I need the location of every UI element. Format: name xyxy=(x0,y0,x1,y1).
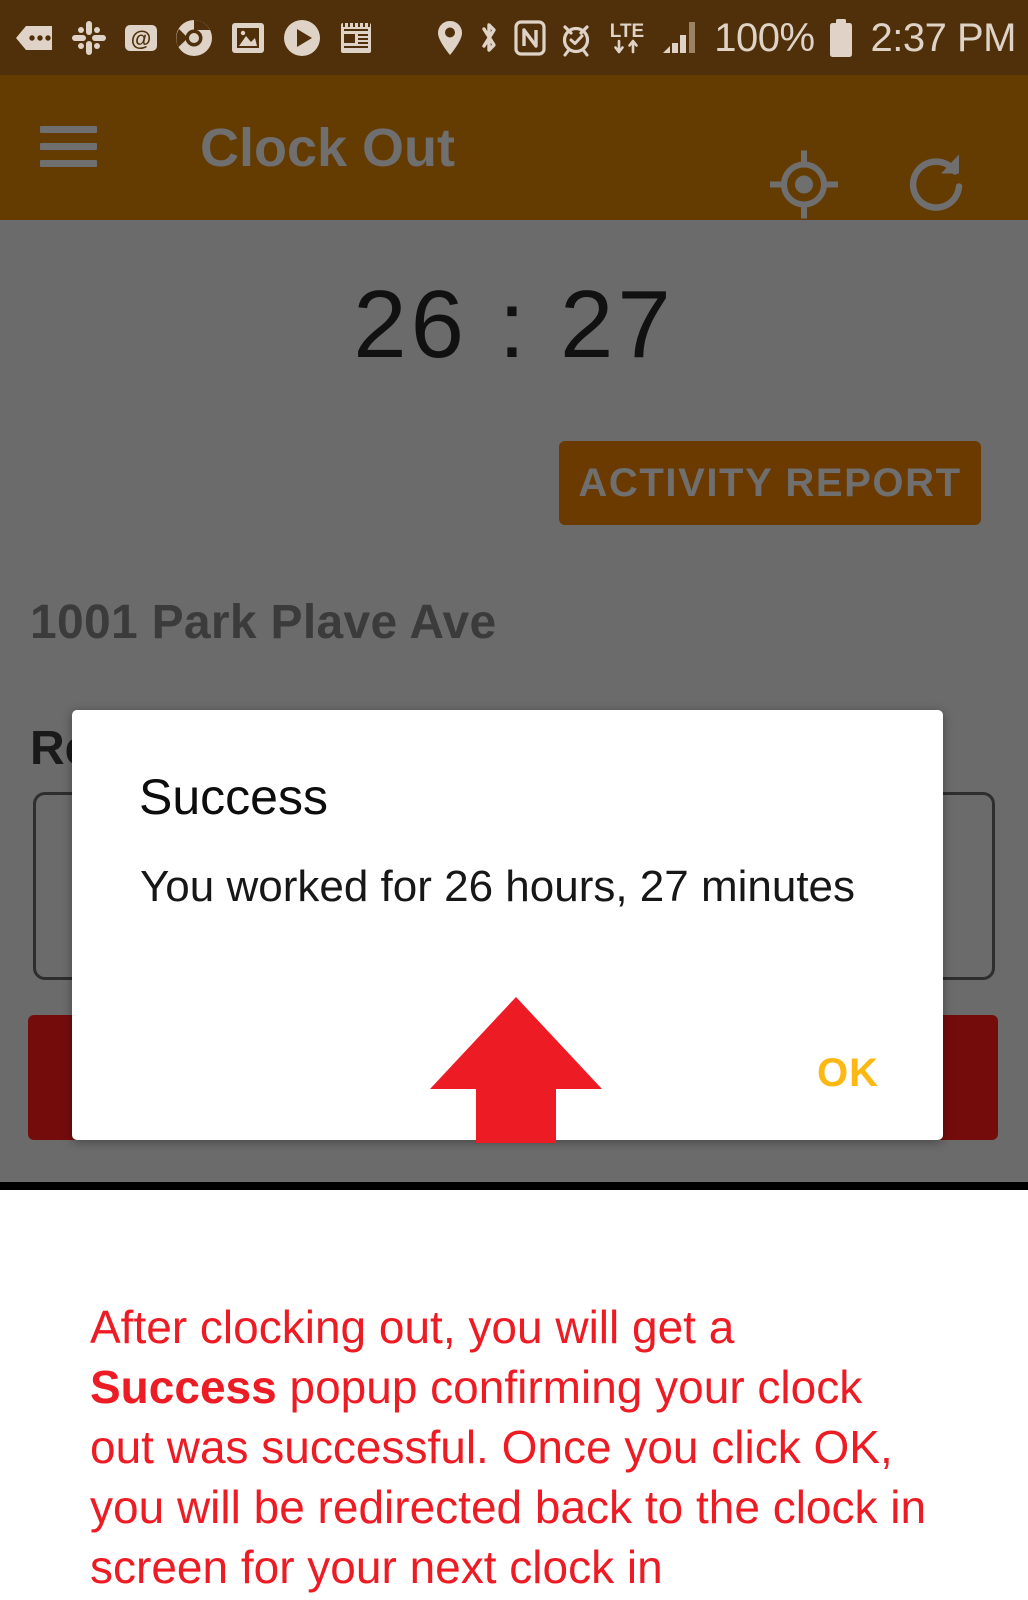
job-site-address: 1001 Park Plave Ave xyxy=(30,596,497,649)
app-bar: Clock Out xyxy=(0,75,1028,220)
signal-bars-icon xyxy=(661,19,701,57)
location-pin-icon xyxy=(436,19,464,57)
phone-screenshot: @ LTE 100% 2:37 PM Clock Out 26: 27 ACT… xyxy=(0,0,1028,1190)
notification-icon-group: @ xyxy=(14,19,374,57)
caption-text-part1: After clocking out, you will get a xyxy=(90,1301,735,1353)
caption-bold-success: Success xyxy=(90,1361,277,1413)
instruction-caption: After clocking out, you will get a Succe… xyxy=(90,1297,930,1597)
hamburger-menu-icon[interactable] xyxy=(40,126,97,168)
email-at-icon: @ xyxy=(124,21,158,55)
page-title: Clock Out xyxy=(200,118,456,178)
screenshot-bottom-border xyxy=(0,1182,1028,1190)
status-bar-clock: 2:37 PM xyxy=(870,15,1017,60)
gallery-photo-icon xyxy=(230,20,266,56)
dialog-message: You worked for 26 hours, 27 minutes xyxy=(140,862,856,911)
success-dialog: Success You worked for 26 hours, 27 minu… xyxy=(72,710,943,1140)
alarm-clock-icon xyxy=(559,19,593,57)
chrome-icon xyxy=(175,19,213,57)
svg-text:LTE: LTE xyxy=(610,21,644,42)
status-bar: @ LTE 100% 2:37 PM xyxy=(0,0,1028,75)
bluetooth-icon xyxy=(477,19,501,57)
news-document-icon xyxy=(338,20,374,56)
lte-data-icon: LTE xyxy=(606,18,648,58)
gps-crosshair-icon[interactable] xyxy=(768,149,840,226)
dialog-ok-button[interactable]: OK xyxy=(788,1043,908,1103)
battery-full-icon xyxy=(828,17,854,59)
nfc-icon xyxy=(514,19,546,57)
refresh-icon[interactable] xyxy=(903,149,973,226)
battery-percent-label: 100% xyxy=(714,15,815,60)
elapsed-timer: 26 : 27 xyxy=(353,271,675,378)
play-media-icon xyxy=(283,19,321,57)
message-bubble-icon xyxy=(14,21,54,55)
slack-icon xyxy=(71,20,107,56)
dialog-title: Success xyxy=(139,769,328,825)
activity-report-button[interactable]: ACTIVITY REPORT xyxy=(559,441,981,525)
svg-text:@: @ xyxy=(131,28,151,51)
system-icon-group: LTE 100% 2:37 PM xyxy=(436,15,1017,60)
